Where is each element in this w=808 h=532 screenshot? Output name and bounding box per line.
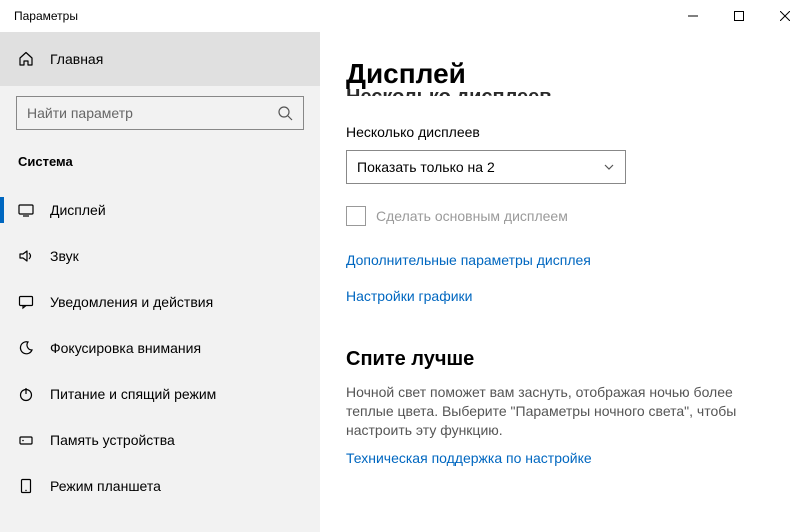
chevron-down-icon <box>603 161 615 173</box>
close-icon <box>780 11 790 21</box>
moon-icon <box>18 340 34 356</box>
sidebar-item-label: Память устройства <box>50 432 175 448</box>
sidebar-item-sound[interactable]: Звук <box>0 233 320 279</box>
multi-displays-dropdown[interactable]: Показать только на 2 <box>346 150 626 184</box>
dropdown-value: Показать только на 2 <box>357 159 495 175</box>
minimize-icon <box>688 11 698 21</box>
category-label: Система <box>0 140 320 187</box>
graphics-settings-link[interactable]: Настройки графики <box>346 288 782 304</box>
truncated-heading: Несколько дисплеев <box>346 86 782 96</box>
search-input[interactable] <box>27 105 277 121</box>
close-button[interactable] <box>762 0 808 32</box>
minimize-button[interactable] <box>670 0 716 32</box>
window-title: Параметры <box>0 9 78 23</box>
titlebar: Параметры <box>0 0 808 32</box>
maximize-button[interactable] <box>716 0 762 32</box>
search-icon <box>277 105 293 121</box>
sidebar: Главная Система Дисплей Звук Ув <box>0 32 320 532</box>
sidebar-item-label: Питание и спящий режим <box>50 386 216 402</box>
sidebar-item-focus[interactable]: Фокусировка внимания <box>0 325 320 371</box>
chat-icon <box>18 294 34 310</box>
multi-displays-label: Несколько дисплеев <box>346 124 782 140</box>
sidebar-item-label: Уведомления и действия <box>50 294 213 310</box>
sidebar-item-label: Звук <box>50 248 79 264</box>
tablet-icon <box>18 478 34 494</box>
advanced-display-link[interactable]: Дополнительные параметры дисплея <box>346 252 782 268</box>
sidebar-item-label: Фокусировка внимания <box>50 340 201 356</box>
home-label: Главная <box>50 51 103 67</box>
sound-icon <box>18 248 34 264</box>
content-pane: Дисплей Несколько дисплеев Несколько дис… <box>320 32 808 532</box>
sleep-better-body: Ночной свет поможет вам заснуть, отображ… <box>346 383 782 440</box>
storage-icon <box>18 432 34 448</box>
sidebar-item-tablet[interactable]: Режим планшета <box>0 463 320 509</box>
sidebar-item-display[interactable]: Дисплей <box>0 187 320 233</box>
sleep-better-heading: Спите лучше <box>346 348 782 371</box>
sidebar-item-storage[interactable]: Память устройства <box>0 417 320 463</box>
nav-list: Дисплей Звук Уведомления и действия Фоку… <box>0 187 320 509</box>
maximize-icon <box>734 11 744 21</box>
sidebar-item-notifications[interactable]: Уведомления и действия <box>0 279 320 325</box>
make-main-display-checkbox[interactable] <box>346 206 366 226</box>
support-link[interactable]: Техническая поддержка по настройке <box>346 450 782 466</box>
sidebar-item-label: Режим планшета <box>50 478 161 494</box>
display-icon <box>18 202 34 218</box>
home-button[interactable]: Главная <box>0 32 320 86</box>
power-icon <box>18 386 34 402</box>
make-main-display-label: Сделать основным дисплеем <box>376 208 568 224</box>
home-icon <box>18 51 34 67</box>
search-box[interactable] <box>16 96 304 130</box>
sidebar-item-label: Дисплей <box>50 202 106 218</box>
make-main-display-checkbox-row: Сделать основным дисплеем <box>346 206 782 226</box>
sidebar-item-power[interactable]: Питание и спящий режим <box>0 371 320 417</box>
